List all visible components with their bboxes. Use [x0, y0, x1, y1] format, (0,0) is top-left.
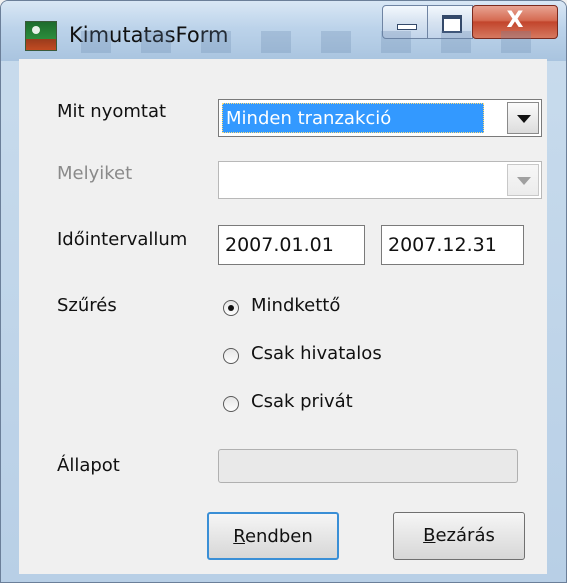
date-to-input[interactable]: 2007.12.31	[381, 225, 524, 265]
window-title: KimutatasForm	[69, 23, 229, 47]
ok-button[interactable]: Rendben	[207, 512, 339, 560]
interval-label: Időintervallum	[57, 229, 188, 250]
close-mnemonic: B	[423, 525, 436, 546]
status-progress-bar	[218, 449, 518, 483]
close-icon: X	[506, 8, 524, 33]
which-label: Melyiket	[57, 163, 133, 184]
close-button[interactable]: Bezárás	[393, 512, 525, 560]
filter-radio-label: Mindkettő	[251, 295, 341, 316]
maximize-button[interactable]	[427, 5, 473, 39]
chevron-down-icon[interactable]	[507, 102, 539, 134]
maximize-icon	[442, 15, 462, 33]
chevron-down-icon	[507, 164, 539, 196]
print-type-dropdown[interactable]: Minden tranzakció	[218, 99, 542, 137]
app-icon[interactable]	[25, 21, 57, 51]
close-label: ezárás	[435, 525, 495, 546]
ok-label: endben	[244, 526, 313, 547]
filter-label: Szűrés	[57, 295, 117, 316]
print-type-selected: Minden tranzakció	[222, 103, 484, 133]
radio-checked-icon[interactable]	[223, 300, 239, 316]
minimize-icon	[397, 24, 417, 30]
status-label: Állapot	[57, 455, 120, 476]
filter-radio-label: Csak privát	[251, 391, 353, 412]
kimutatas-window: KimutatasForm X Mit nyomtat Minden tranz…	[0, 0, 567, 583]
close-window-button[interactable]: X	[472, 5, 558, 39]
print-label: Mit nyomtat	[57, 101, 167, 122]
radio-unchecked-icon[interactable]	[223, 396, 239, 412]
minimize-button[interactable]	[382, 5, 428, 39]
form-client-area: Mit nyomtat Minden tranzakció Melyiket I…	[19, 59, 547, 574]
radio-unchecked-icon[interactable]	[223, 348, 239, 364]
date-from-input[interactable]: 2007.01.01	[218, 225, 365, 265]
filter-radio-label: Csak hivatalos	[251, 343, 382, 364]
title-bar[interactable]: KimutatasForm X	[1, 1, 566, 61]
ok-mnemonic: R	[233, 526, 245, 547]
which-dropdown	[218, 161, 542, 199]
